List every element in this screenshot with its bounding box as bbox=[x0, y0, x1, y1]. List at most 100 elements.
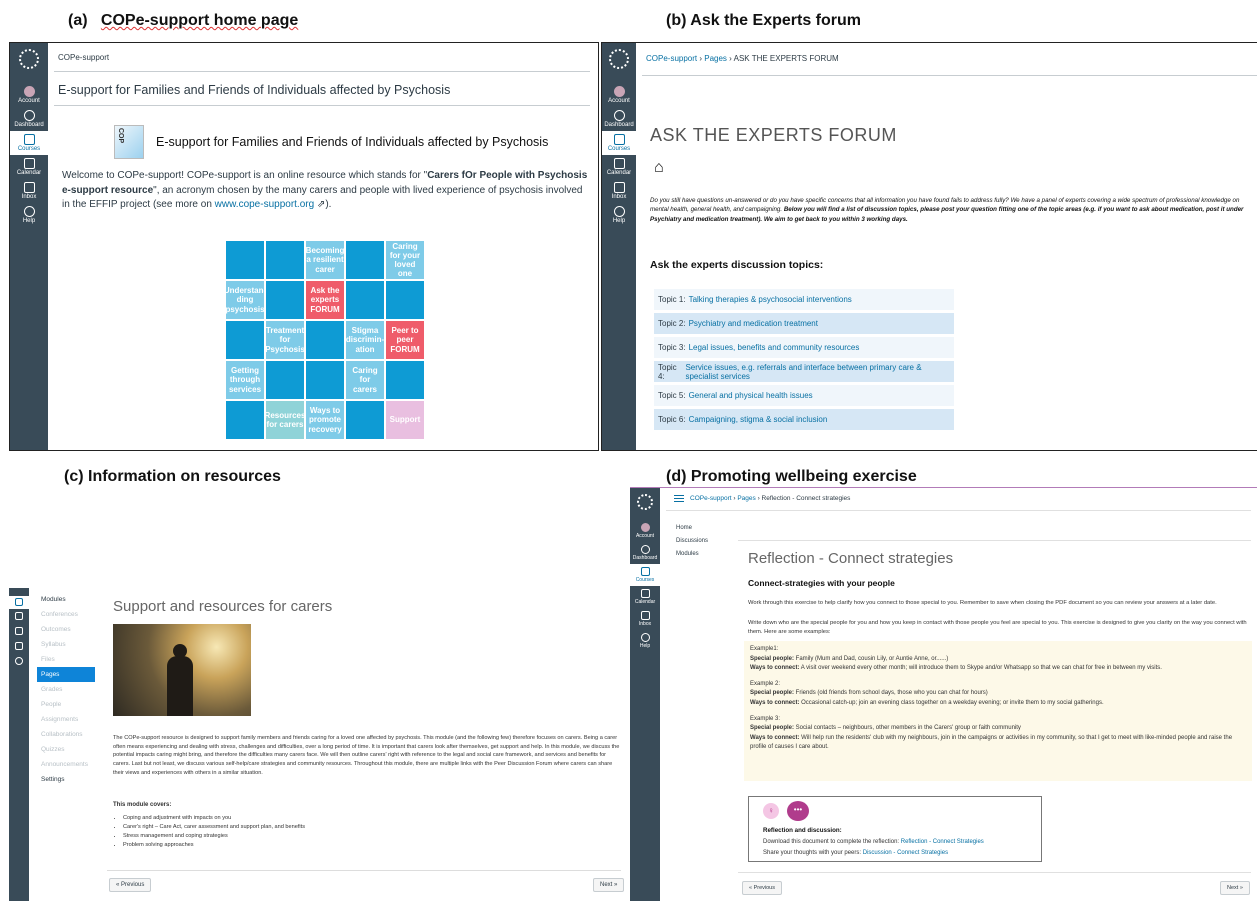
topic-row: Topic 3: Legal issues, benefits and commu… bbox=[654, 337, 954, 358]
crumb-pages[interactable]: Pages bbox=[704, 54, 727, 63]
nav-calendar[interactable]: Calendar bbox=[10, 155, 48, 179]
nav-dashboard[interactable]: Dashboard bbox=[630, 542, 660, 564]
course-menu-item[interactable]: Collaborations bbox=[37, 727, 95, 742]
course-menu-item[interactable]: Grades bbox=[37, 682, 95, 697]
course-menu-item[interactable]: Pages bbox=[37, 667, 95, 682]
module-tile[interactable] bbox=[266, 361, 304, 399]
nav-inbox[interactable] bbox=[9, 624, 29, 639]
nav-logout[interactable] bbox=[9, 639, 29, 654]
module-tile[interactable]: Stigma discrimin-ation bbox=[346, 321, 384, 359]
crumb-course[interactable]: COPe-support bbox=[646, 54, 697, 63]
nav-courses[interactable]: Courses bbox=[630, 564, 660, 586]
next-button[interactable]: Next » bbox=[593, 878, 625, 892]
course-menu-item[interactable]: Files bbox=[37, 652, 95, 667]
paragraph-2: Write down who are the special people fo… bbox=[748, 620, 1247, 635]
module-tile[interactable]: Ways to promote recovery bbox=[306, 401, 344, 439]
module-tile[interactable] bbox=[346, 241, 384, 279]
module-tile[interactable]: Peer to peer FORUM bbox=[386, 321, 424, 359]
nav-inbox[interactable]: Inbox bbox=[10, 179, 48, 203]
course-menu-item[interactable]: People bbox=[37, 697, 95, 712]
module-tile[interactable] bbox=[226, 241, 264, 279]
module-tile[interactable]: Understan-ding psychosis bbox=[224, 281, 266, 319]
people-label: Special people: bbox=[750, 655, 795, 662]
ways-label: Ways to connect: bbox=[750, 665, 800, 672]
crumb-pages[interactable]: Pages bbox=[737, 495, 755, 502]
course-menu-item[interactable]: Conferences bbox=[37, 607, 95, 622]
module-tile[interactable] bbox=[346, 401, 384, 439]
module-tile[interactable]: Resources for carers bbox=[265, 401, 305, 439]
module-tile[interactable] bbox=[306, 321, 344, 359]
nav-courses[interactable]: Courses bbox=[602, 131, 636, 155]
nav-courses[interactable]: Courses bbox=[10, 131, 48, 155]
nav-help[interactable]: Help bbox=[10, 203, 48, 227]
covers-item: Stress management and coping strategies bbox=[123, 832, 305, 841]
discussion-link[interactable]: Discussion - Connect Strategies bbox=[863, 850, 948, 856]
next-button[interactable]: Next » bbox=[1220, 881, 1250, 895]
hamburger-icon[interactable] bbox=[674, 495, 684, 502]
course-menu-item[interactable]: Settings bbox=[37, 772, 95, 787]
nav-calendar[interactable]: Calendar bbox=[630, 586, 660, 608]
nav-inbox[interactable]: Inbox bbox=[630, 608, 660, 630]
course-menu-item[interactable]: Announcements bbox=[37, 757, 95, 772]
nav-account[interactable]: Account bbox=[602, 83, 636, 107]
courses-icon bbox=[15, 598, 23, 606]
crumb-course[interactable]: COPe-support bbox=[690, 495, 732, 502]
module-tile[interactable]: Ask the experts FORUM bbox=[306, 281, 344, 319]
nav-account[interactable]: Account bbox=[630, 520, 660, 542]
topic-label: Topic 3: bbox=[658, 343, 686, 352]
nav-courses[interactable] bbox=[9, 596, 29, 609]
nav-help[interactable]: Help bbox=[602, 203, 636, 227]
module-tile[interactable] bbox=[386, 281, 424, 319]
calendar-icon bbox=[23, 158, 35, 169]
nav-dashboard[interactable]: Dashboard bbox=[10, 107, 48, 131]
course-menu-item[interactable]: Discussions bbox=[676, 535, 708, 548]
reflection-heading: Reflection and discussion: bbox=[763, 827, 842, 834]
canvas-logo-icon[interactable] bbox=[637, 494, 653, 510]
nav-help[interactable]: Help bbox=[630, 630, 660, 652]
topic-link[interactable]: General and physical health issues bbox=[689, 391, 813, 400]
course-menu-item[interactable]: Quizzes bbox=[37, 742, 95, 757]
canvas-logo-icon[interactable] bbox=[609, 49, 629, 69]
module-tile[interactable] bbox=[306, 361, 344, 399]
canvas-logo-icon[interactable] bbox=[19, 49, 39, 69]
reflection-document-link[interactable]: Reflection - Connect Strategies bbox=[901, 839, 984, 845]
cope-support-link[interactable]: www.cope-support.org bbox=[215, 199, 315, 210]
course-menu-item[interactable]: Modules bbox=[37, 592, 95, 607]
course-menu-item[interactable]: Outcomes bbox=[37, 622, 95, 637]
nav-help[interactable] bbox=[9, 654, 29, 669]
panel-wellbeing-exercise: Account Dashboard Courses Calendar Inbox… bbox=[630, 487, 1257, 901]
topic-link[interactable]: Campaigning, stigma & social inclusion bbox=[689, 415, 828, 424]
topic-link[interactable]: Legal issues, benefits and community res… bbox=[689, 343, 860, 352]
course-menu-item[interactable]: Assignments bbox=[37, 712, 95, 727]
course-menu-item[interactable]: Home bbox=[676, 522, 708, 535]
previous-button[interactable]: « Previous bbox=[742, 881, 782, 895]
topic-link[interactable]: Talking therapies & psychosocial interve… bbox=[689, 295, 852, 304]
breadcrumb[interactable]: COPe-support bbox=[58, 53, 109, 62]
module-tile[interactable] bbox=[386, 361, 424, 399]
people-text: Friends (old friends from school days, t… bbox=[794, 690, 988, 697]
module-tile[interactable]: Caring for your loved one bbox=[386, 241, 424, 279]
module-tile[interactable] bbox=[226, 401, 264, 439]
module-tile[interactable] bbox=[266, 241, 304, 279]
course-menu-item[interactable]: Modules bbox=[676, 548, 708, 561]
module-tile[interactable]: Treatment for Psychosis bbox=[265, 321, 305, 359]
ways-text: Occasional catch-up; join an evening cla… bbox=[799, 699, 1104, 706]
global-nav: Account Dashboard Courses Calendar Inbox… bbox=[10, 43, 48, 450]
previous-button[interactable]: « Previous bbox=[109, 878, 152, 892]
nav-calendar[interactable] bbox=[9, 609, 29, 624]
nav-calendar[interactable]: Calendar bbox=[602, 155, 636, 179]
module-tile[interactable]: Support bbox=[386, 401, 424, 439]
nav-inbox[interactable]: Inbox bbox=[602, 179, 636, 203]
nav-account[interactable]: Account bbox=[10, 83, 48, 107]
topic-link[interactable]: Service issues, e.g. referrals and inter… bbox=[685, 363, 954, 381]
module-tile[interactable]: Getting through services bbox=[226, 361, 264, 399]
module-tile[interactable] bbox=[226, 321, 264, 359]
module-tile[interactable]: Becoming a resilient carer bbox=[306, 241, 344, 279]
nav-dashboard[interactable]: Dashboard bbox=[602, 107, 636, 131]
module-tile[interactable]: Caring for carers bbox=[346, 361, 384, 399]
course-menu-item[interactable]: Syllabus bbox=[37, 637, 95, 652]
page-title: Reflection - Connect strategies bbox=[748, 550, 954, 567]
module-tile[interactable] bbox=[266, 281, 304, 319]
topic-link[interactable]: Psychiatry and medication treatment bbox=[689, 319, 818, 328]
module-tile[interactable] bbox=[346, 281, 384, 319]
